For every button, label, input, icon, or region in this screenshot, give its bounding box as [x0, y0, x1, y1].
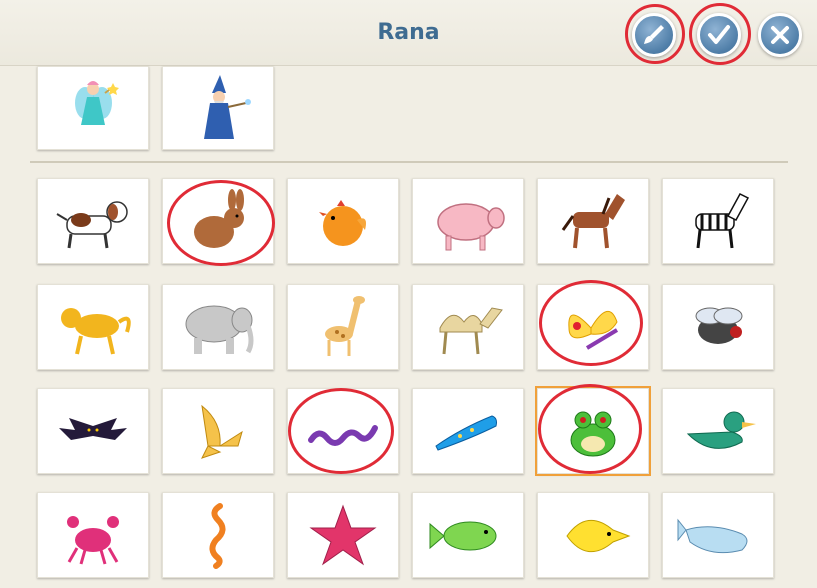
character-wizard[interactable] [162, 66, 274, 150]
dog-icon [56, 201, 128, 249]
page-title: Rana [377, 20, 440, 45]
animal-elephant[interactable] [162, 284, 274, 370]
monkey-icon [61, 308, 131, 355]
section-divider [30, 161, 788, 163]
confirm-button[interactable] [697, 13, 741, 57]
crab-icon [67, 516, 119, 565]
animal-monkey[interactable] [37, 284, 149, 370]
chick-icon [319, 200, 366, 246]
animal-frog[interactable] [535, 386, 651, 476]
close-button[interactable] [758, 13, 802, 57]
bird-icon [201, 404, 243, 459]
fairy-icon [75, 81, 119, 125]
header-bar: Rana [0, 0, 817, 66]
animal-butterfly[interactable] [537, 284, 649, 370]
animal-fly[interactable] [662, 284, 774, 370]
yellow-fish-icon [566, 520, 631, 552]
animal-whale[interactable] [662, 492, 774, 578]
animal-yellow-fish[interactable] [537, 492, 649, 578]
lizard-icon [435, 415, 497, 451]
starfish-icon [309, 504, 377, 566]
wizard-icon [204, 75, 251, 139]
seahorse-icon [209, 503, 226, 569]
animal-duck[interactable] [662, 388, 774, 474]
close-icon [771, 26, 789, 44]
fly-icon [695, 307, 743, 344]
elephant-icon [185, 305, 254, 354]
pig-icon [437, 203, 505, 251]
animal-zebra[interactable] [662, 178, 774, 264]
snake-icon [308, 425, 378, 446]
animal-giraffe[interactable] [287, 284, 399, 370]
animal-chick[interactable] [287, 178, 399, 264]
animal-lizard[interactable] [412, 388, 524, 474]
butterfly-icon [568, 311, 619, 350]
duck-icon [686, 411, 756, 449]
animal-crab[interactable] [37, 492, 149, 578]
animal-seahorse[interactable] [162, 492, 274, 578]
paintbrush-icon [644, 25, 664, 44]
whale-icon [677, 518, 748, 554]
animal-fish[interactable] [412, 492, 524, 578]
character-fairy[interactable] [37, 66, 149, 150]
camel-icon [439, 307, 503, 355]
animal-rabbit[interactable] [162, 178, 274, 264]
paint-button[interactable] [632, 13, 676, 57]
checkmark-icon [708, 25, 730, 44]
fish-icon [429, 521, 497, 551]
animal-bat[interactable] [37, 388, 149, 474]
animal-pig[interactable] [412, 178, 524, 264]
animal-starfish[interactable] [287, 492, 399, 578]
animal-bird[interactable] [162, 388, 274, 474]
animal-camel[interactable] [412, 284, 524, 370]
zebra-icon [695, 193, 750, 249]
giraffe-icon [325, 296, 365, 356]
rabbit-icon [194, 189, 244, 248]
frog-icon [570, 411, 616, 457]
animal-dog[interactable] [37, 178, 149, 264]
bat-icon [59, 418, 127, 440]
animal-snake[interactable] [287, 388, 399, 474]
horse-icon [561, 194, 625, 249]
animal-horse[interactable] [537, 178, 649, 264]
